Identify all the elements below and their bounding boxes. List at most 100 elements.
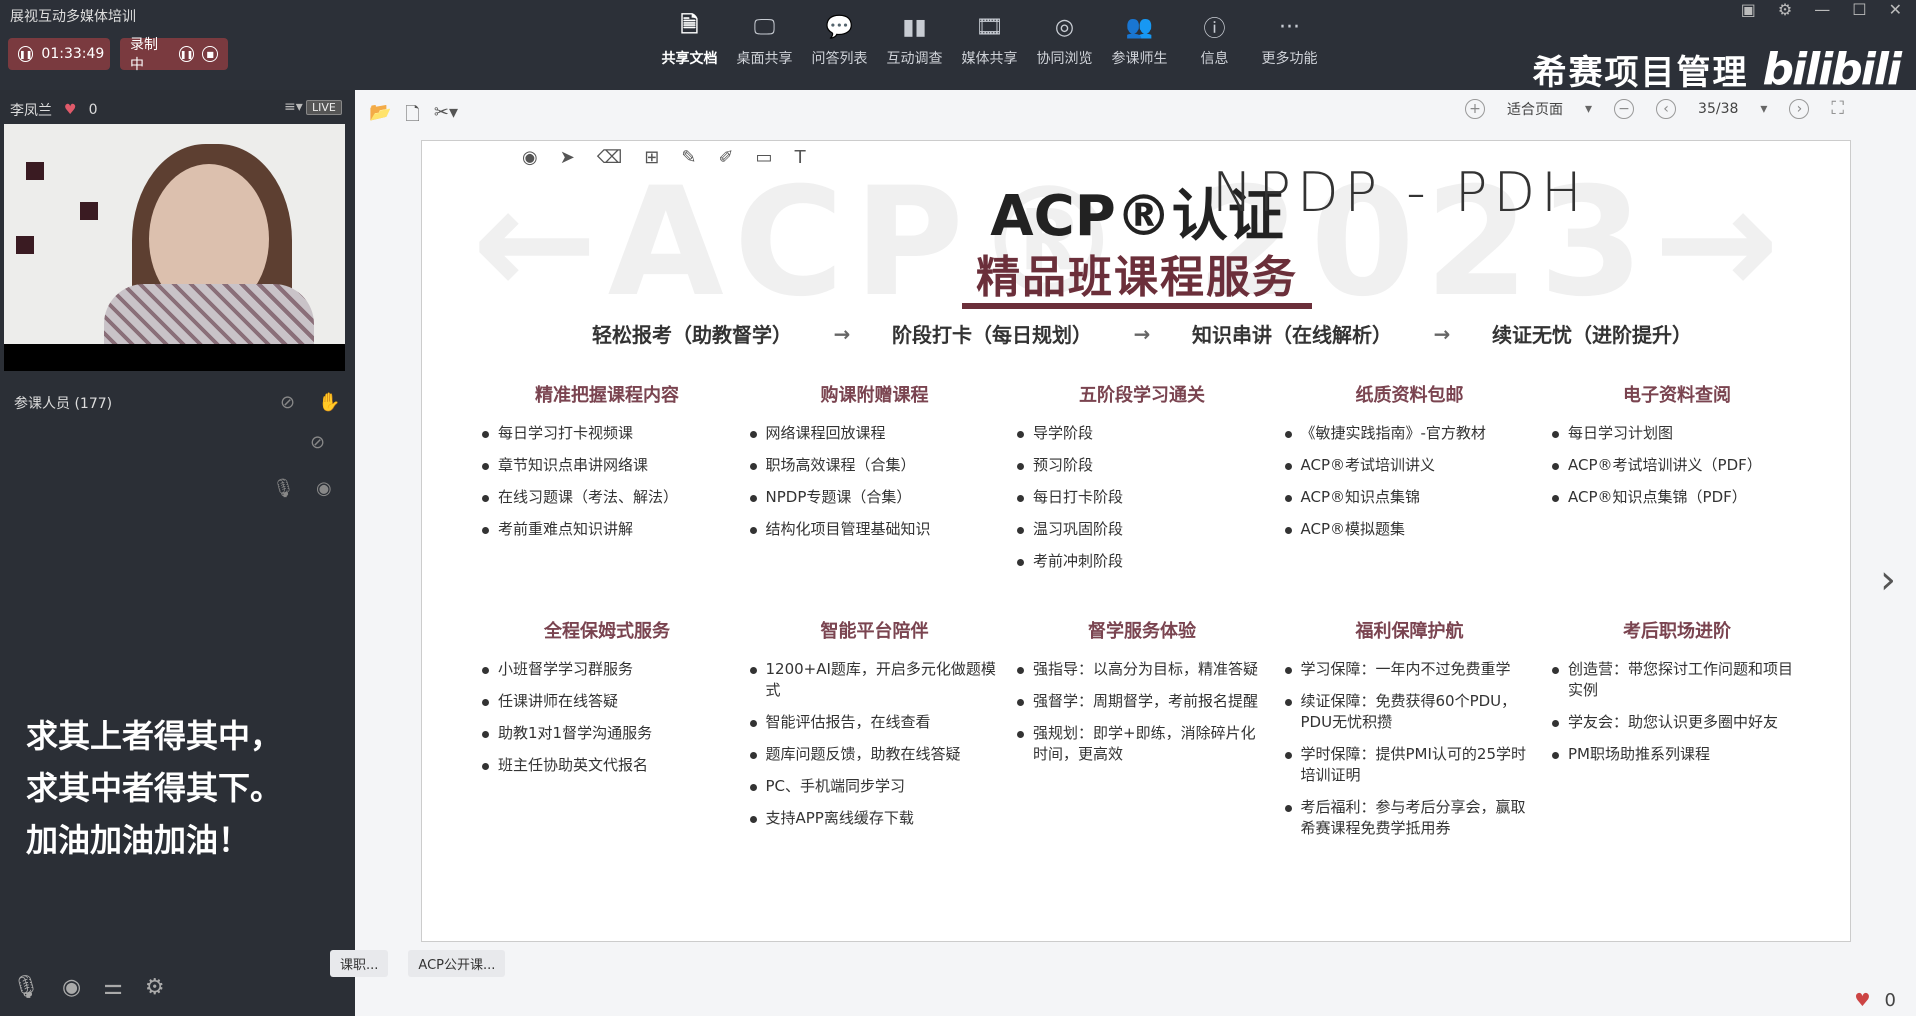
toolbar-button[interactable]: 🖵 桌面共享 (727, 12, 802, 78)
doc-tab[interactable]: ACP公开课... (408, 949, 506, 977)
toolbar-label: 信息 (1200, 51, 1229, 67)
folder-icon[interactable]: 📂 (369, 102, 391, 132)
speaker-video (4, 124, 345, 371)
column-title: 考后职场进阶 (1623, 621, 1731, 642)
list-item: 支持APP离线缓存下载 (749, 808, 1000, 829)
list-item: 学时保障：提供PMI认可的25学时培训证明 (1284, 744, 1535, 786)
zoom-out-icon[interactable]: − (1614, 98, 1635, 119)
scissors-icon[interactable]: ✂▾ (434, 102, 458, 132)
fit-select[interactable]: 适合页面 (1507, 99, 1563, 119)
left-panel: 李凤兰 ♥ 0 ≡▾ LIVE 参课人员 (177) ⊘ ✋ ⊘ ✋ 🎙 ◉ 求… (0, 90, 378, 1016)
compass-icon: ◎ (1054, 14, 1075, 40)
heart-icon[interactable]: ♥ (1854, 990, 1870, 1011)
eraser-icon[interactable]: ⌫ (597, 147, 622, 168)
doc-tab[interactable]: 课职... (330, 949, 389, 977)
list-item: 学习保障：一年内不过免费重学 (1284, 659, 1535, 680)
speaker-name: 李凤兰 (10, 103, 52, 119)
column-title: 电子资料查阅 (1623, 385, 1731, 406)
motto-line: 求其中者得其下。 (26, 769, 283, 807)
list-item: 考前冲刺阶段 (1017, 551, 1267, 572)
arrow-icon: → (1133, 321, 1151, 346)
next-page-icon[interactable]: › (1789, 98, 1810, 119)
settings-icon[interactable]: ⚙ (145, 975, 165, 1000)
highlighter-icon[interactable]: ✐ (718, 147, 733, 168)
list-item: 1200+AI题库，开启多元化做题模式 (749, 659, 1000, 701)
service-column: 考后职场进阶 创造营：带您探讨工作问题和项目实例 学友会：助您认识更多圈中好友 PM职… (1552, 617, 1802, 850)
camera-icon[interactable]: ◉ (62, 975, 81, 1000)
service-column: 电子资料查阅 每日学习计划图 ACP®考试培训讲义（PDF） ACP®知识点集锦（PD… (1552, 381, 1802, 583)
zoom-in-icon[interactable]: + (1465, 98, 1485, 119)
list-item: 任课讲师在线答疑 (482, 691, 732, 712)
slide-title: ACP®认证 (990, 184, 1284, 249)
maximize-icon[interactable]: ☐ (1852, 0, 1866, 19)
chevron-down-icon[interactable]: ▾ (1585, 101, 1592, 117)
window-controls: ▣ ⚙ — ☐ ✕ (1741, 0, 1902, 19)
recording-button[interactable]: 录制中 ❚❚ ■ (120, 37, 228, 73)
layout-icon[interactable]: ▣ (1741, 0, 1756, 19)
rectangle-icon[interactable]: ▭ (756, 147, 773, 168)
mute-icon[interactable]: ⊘ (310, 432, 325, 453)
stamp-icon[interactable]: ⊞ (644, 147, 659, 168)
toolbar-button[interactable]: 🎞 媒体共享 (952, 12, 1027, 78)
mute-all-icon[interactable]: ⊘ (280, 392, 295, 413)
handwriting-annotation: NPDP - PDH (1212, 161, 1588, 224)
arrow-icon: → (833, 321, 851, 346)
timer-text: 01:33:49 (41, 46, 105, 62)
list-item: 智能评估报告，在线查看 (749, 712, 1000, 733)
camera-icon[interactable]: ◉ (316, 478, 332, 499)
settings-icon[interactable]: ⚙ (1778, 0, 1792, 19)
slide: ←ACP® 2023→ ◉ ➤ ⌫ ⊞ ✎ ✐ ▭ T ACP®认证 精品班课程服务 NPDP… (421, 140, 1851, 942)
microphone-icon[interactable]: 🎙 (272, 478, 295, 499)
file-icon[interactable]: 🗋 (405, 102, 419, 132)
toolbar-button[interactable]: 🗎 共享文档 (652, 12, 727, 78)
list-item: 学友会：助您认识更多圈中好友 (1552, 712, 1802, 733)
mixer-icon[interactable]: ⚌ (103, 975, 123, 1000)
toolbar-button[interactable]: ⓘ 信息 (1177, 12, 1252, 78)
service-column: 全程保姆式服务 小班督学学习群服务 任课讲师在线答疑 助教1对1督学沟通服务 班主任协助… (482, 617, 732, 850)
list-item: 考前重难点知识讲解 (482, 519, 732, 540)
desktop-icon: 🖵 (753, 14, 776, 40)
microphone-icon[interactable]: 🎙 (12, 975, 40, 1000)
service-flow: 轻松报考（助教督学） → 阶段打卡（每日规划） → 知识串讲（在线解析） → 续证无忧（进阶… (592, 319, 1692, 348)
toolbar-button[interactable]: ··· 更多功能 (1252, 12, 1327, 78)
arrow-icon: → (1433, 321, 1451, 346)
like-count: 0 (1884, 990, 1896, 1011)
pointer-icon[interactable]: ➤ (560, 147, 575, 168)
flow-step: 续证无忧（进阶提升） (1491, 323, 1692, 347)
pause-icon: ❚❚ (18, 46, 34, 62)
pen-icon[interactable]: ✎ (681, 147, 696, 168)
hand-icon[interactable]: ✋ (318, 392, 340, 413)
list-item: ACP®知识点集锦（PDF） (1552, 487, 1802, 508)
stop-icon[interactable]: ■ (202, 46, 218, 62)
column-title: 福利保障护航 (1355, 621, 1464, 642)
list-icon[interactable]: ≡▾ (284, 99, 303, 115)
toolbar-button[interactable]: ▮▮ 互动调查 (877, 12, 952, 78)
top-bar: 展视互动多媒体培训 ❚❚ 01:33:49 录制中 ❚❚ ■ 🗎 共享文档 🖵 桌面共享 💬 问… (0, 0, 1916, 95)
next-slide-button[interactable]: › (1870, 530, 1906, 630)
chevron-down-icon[interactable]: ▾ (1760, 101, 1767, 117)
brand-name: 希赛项目管理 (1532, 53, 1749, 93)
list-item: 班主任协助英文代报名 (482, 755, 732, 776)
list-item: 考后福利：参与考后分享会，赢取希赛课程免费学抵用券 (1284, 797, 1535, 839)
toolbar-button[interactable]: 👥 参课师生 (1102, 12, 1177, 78)
record-icon[interactable]: ◉ (522, 147, 538, 168)
close-icon[interactable]: ✕ (1889, 0, 1902, 19)
pause-icon[interactable]: ❚❚ (178, 46, 195, 62)
fullscreen-icon[interactable]: ⛶ (1831, 98, 1844, 119)
timer-button[interactable]: ❚❚ 01:33:49 (8, 38, 110, 70)
toolbar-button[interactable]: 💬 问答列表 (802, 12, 877, 78)
toolbar-label: 媒体共享 (961, 51, 1018, 67)
minimize-icon[interactable]: — (1814, 0, 1830, 19)
prev-page-icon[interactable]: ‹ (1656, 98, 1677, 119)
flow-step: 知识串讲（在线解析） (1191, 323, 1392, 347)
list-item: 章节知识点串讲网络课 (482, 455, 732, 476)
live-badge: LIVE (306, 100, 342, 115)
toolbar-button[interactable]: ◎ 协同浏览 (1027, 12, 1102, 78)
flow-step: 轻松报考（助教督学） (592, 323, 792, 347)
service-column: 五阶段学习通关 导学阶段 预习阶段 每日打卡阶段 温习巩固阶段 考前冲刺阶段 (1017, 381, 1267, 583)
list-item: 每日学习计划图 (1552, 423, 1802, 444)
text-icon[interactable]: T (795, 147, 806, 168)
toolbar-label: 协同浏览 (1036, 51, 1093, 67)
motto-line: 加油加油加油！ (26, 821, 251, 859)
heart-icon[interactable]: ♥ (64, 102, 77, 118)
